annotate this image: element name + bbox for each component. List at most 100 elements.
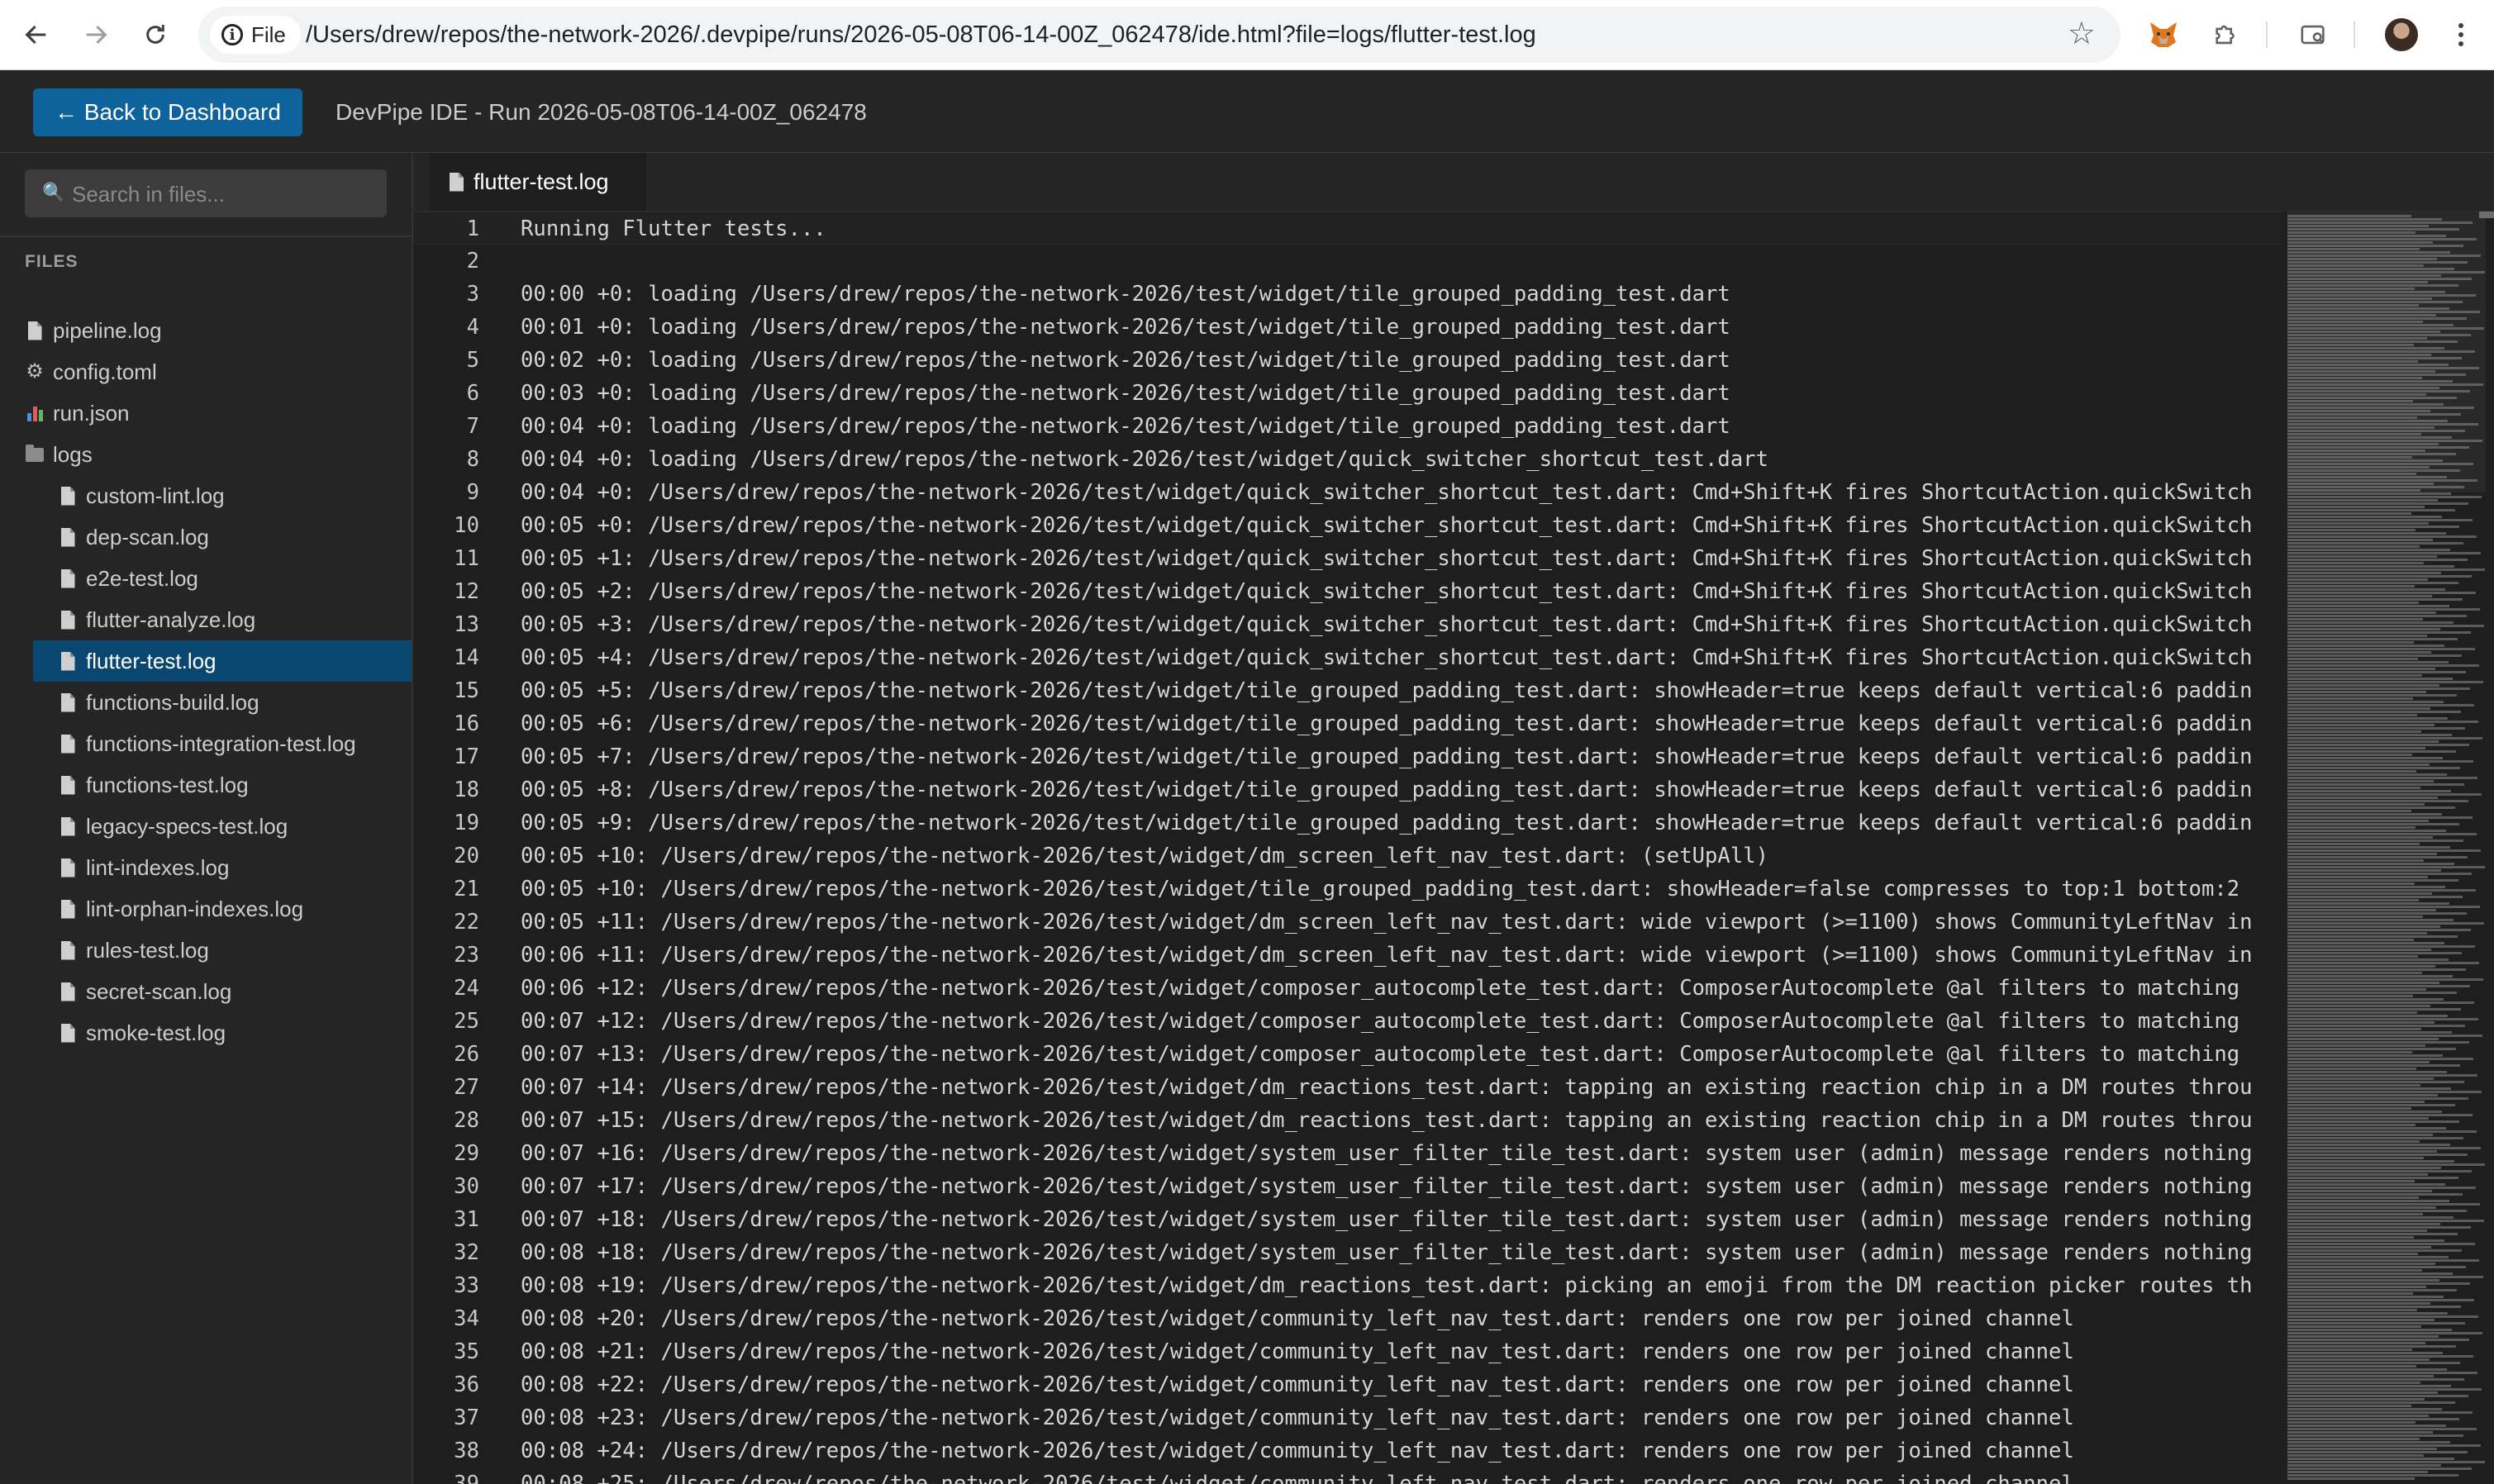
tree-item-log[interactable]: custom-lint.log [58, 475, 225, 516]
tab-search-icon[interactable] [2291, 12, 2337, 58]
minimap-line [2287, 592, 2476, 594]
reload-icon[interactable] [132, 12, 178, 58]
minimap-line [2287, 1388, 2482, 1391]
minimap-line [2287, 714, 2417, 716]
tree-item-run-json[interactable]: run.json [25, 392, 130, 434]
code-editor[interactable]: 1 Running Flutter tests... 2 3 00:00 +0: loa… [413, 212, 2494, 1484]
fox-extension-icon[interactable] [2140, 12, 2187, 58]
tree-item-log-active[interactable]: flutter-test.log [33, 640, 412, 682]
minimap-line [2287, 446, 2469, 449]
minimap[interactable] [2281, 212, 2494, 1484]
minimap-line [2287, 466, 2430, 469]
minimap-line [2287, 423, 2478, 426]
line-number: 33 [454, 1273, 479, 1298]
minimap-line [2287, 1173, 2428, 1176]
minimap-line [2287, 853, 2437, 855]
minimap-line [2287, 1253, 2418, 1255]
tree-folder-logs[interactable]: logs [25, 434, 93, 475]
tree-item-log[interactable]: functions-build.log [58, 682, 259, 723]
minimap-line [2287, 886, 2445, 888]
menu-icon[interactable] [2438, 12, 2484, 58]
minimap-line [2287, 1246, 2431, 1249]
minimap-line [2287, 1454, 2424, 1457]
minimap-line [2287, 1375, 2434, 1377]
file-icon [58, 847, 78, 888]
minimap-line [2287, 397, 2457, 399]
minimap-line [2287, 499, 2438, 502]
minimap-line [2287, 1001, 2474, 1004]
minimap-line [2287, 218, 2442, 221]
tree-item-log[interactable]: legacy-specs-test.log [58, 806, 288, 847]
minimap-line [2287, 426, 2435, 429]
search-box[interactable]: 🔍 [25, 169, 387, 218]
tree-item-log[interactable]: lint-orphan-indexes.log [58, 888, 303, 930]
code-line: 36 00:08 +22: /Users/drew/repos/the-netwo… [413, 1368, 2281, 1401]
tree-item-log[interactable]: secret-scan.log [58, 971, 231, 1012]
star-icon[interactable]: ☆ [2068, 15, 2096, 52]
minimap-line [2287, 1190, 2432, 1192]
line-number: 4 [466, 315, 479, 340]
minimap-line [2287, 747, 2425, 749]
address-bar[interactable]: i File /Users/drew/repos/the-network-202… [198, 7, 2120, 63]
minimap-line [2287, 225, 2429, 227]
minimap-line [2287, 578, 2428, 581]
minimap-line [2287, 1054, 2443, 1057]
minimap-line [2287, 949, 2431, 951]
line-number: 34 [454, 1306, 479, 1331]
tree-item-label: e2e-test.log [86, 566, 198, 591]
puzzle-extension-icon[interactable] [2203, 12, 2249, 58]
minimap-line [2287, 843, 2420, 845]
minimap-line [2287, 621, 2454, 624]
minimap-line [2287, 1299, 2474, 1301]
scrollbar-thumb[interactable] [2479, 212, 2494, 218]
search-input[interactable] [70, 170, 379, 218]
minimap-line [2287, 469, 2460, 472]
minimap-line [2287, 879, 2458, 882]
minimap-line [2287, 575, 2472, 578]
forward-icon[interactable] [73, 12, 119, 58]
file-chip-label: File [251, 21, 286, 47]
tree-item-log[interactable]: lint-indexes.log [58, 847, 229, 888]
minimap-line [2287, 770, 2416, 773]
tree-item-log[interactable]: functions-test.log [58, 764, 249, 806]
code-line: 19 00:05 +9: /Users/drew/repos/the-networ… [413, 806, 2281, 840]
tree-item-log[interactable]: dep-scan.log [58, 516, 209, 558]
minimap-line [2287, 992, 2457, 994]
minimap-line [2287, 1269, 2422, 1272]
minimap-line [2287, 1302, 2430, 1305]
url-text[interactable]: /Users/drew/repos/the-network-2026/.devp… [306, 7, 1536, 63]
tree-item-pipeline-log[interactable]: pipeline.log [25, 310, 162, 351]
line-number: 39 [454, 1472, 479, 1484]
minimap-line [2287, 542, 2463, 545]
tree-item-config-toml[interactable]: ⚙ config.toml [25, 351, 157, 392]
tree-item-label: run.json [53, 401, 130, 426]
line-number: 32 [454, 1240, 479, 1265]
minimap-line [2287, 539, 2433, 541]
back-icon[interactable] [13, 12, 59, 58]
minimap-line [2287, 985, 2470, 987]
profile-avatar[interactable] [2378, 12, 2425, 58]
site-info-chip[interactable]: i File [210, 16, 301, 54]
minimap-line [2287, 730, 2421, 733]
minimap-line [2287, 251, 2450, 254]
tree-item-log[interactable]: e2e-test.log [58, 558, 198, 599]
minimap-line [2287, 254, 2481, 257]
minimap-line [2287, 1441, 2450, 1444]
line-text: 00:07 +18: /Users/drew/repos/the-network… [521, 1207, 2253, 1232]
line-number: 13 [454, 612, 479, 637]
minimap-line [2287, 1124, 2415, 1126]
back-to-dashboard-button[interactable]: ← Back to Dashboard [33, 88, 302, 136]
tree-item-log[interactable]: flutter-analyze.log [58, 599, 255, 640]
tree-item-log[interactable]: functions-integration-test.log [58, 723, 356, 764]
minimap-line [2287, 1289, 2457, 1291]
minimap-line [2287, 1193, 2463, 1196]
minimap-line [2287, 1322, 2465, 1325]
minimap-line [2287, 231, 2415, 234]
tree-item-log[interactable]: rules-test.log [58, 930, 209, 971]
minimap-line [2287, 1220, 2484, 1222]
minimap-line [2287, 463, 2473, 465]
tab-flutter-test-log[interactable]: flutter-test.log [430, 153, 646, 211]
tree-item-log[interactable]: smoke-test.log [58, 1012, 226, 1054]
line-number: 35 [454, 1339, 479, 1364]
minimap-line [2287, 1239, 2444, 1242]
